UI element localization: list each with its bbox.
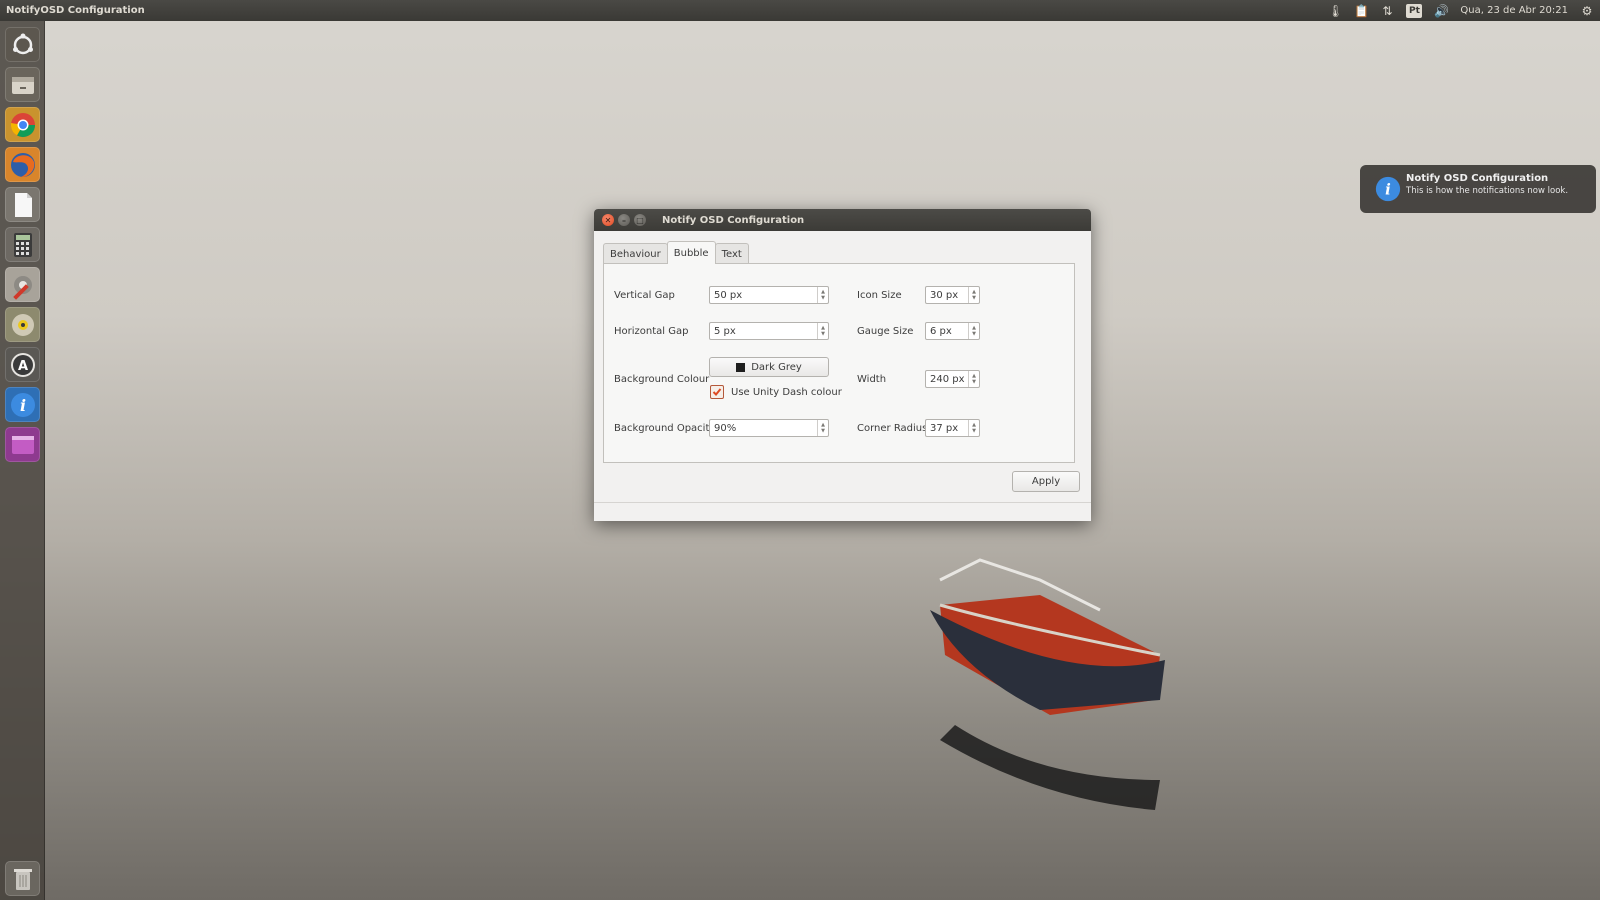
tab-behaviour[interactable]: Behaviour xyxy=(603,243,668,264)
spinner-arrows-icon[interactable]: ▲ ▼ xyxy=(817,323,828,339)
chrome-icon[interactable] xyxy=(5,107,40,142)
vertical-gap-spinner[interactable]: 50 px ▲ ▼ xyxy=(709,286,829,304)
active-app-title: NotifyOSD Configuration xyxy=(6,5,145,16)
thermometer-icon[interactable]: 🌡 xyxy=(1328,4,1343,18)
use-unity-dash-label: Use Unity Dash colour xyxy=(731,386,842,398)
config-dialog: ✕ – □ Notify OSD Configuration Behaviour… xyxy=(594,209,1091,521)
gauge-size-value[interactable]: 6 px xyxy=(926,326,968,337)
calculator-icon[interactable] xyxy=(5,227,40,262)
indicator-area: 🌡 📋 ⇅ Pt 🔊 Qua, 23 de Abr 20:21 ⚙ xyxy=(1328,3,1594,18)
keyboard-layout-indicator[interactable]: Pt xyxy=(1406,3,1423,18)
svg-text:i: i xyxy=(1385,181,1391,199)
corner-radius-label: Corner Radius xyxy=(857,423,928,434)
maximize-icon[interactable]: □ xyxy=(634,214,646,226)
spinner-arrows-icon[interactable]: ▲ ▼ xyxy=(968,287,979,303)
dialog-title: Notify OSD Configuration xyxy=(662,214,805,226)
updater-icon[interactable]: A xyxy=(5,347,40,382)
gauge-size-label: Gauge Size xyxy=(857,326,914,337)
trash-icon[interactable] xyxy=(5,861,40,896)
launcher: A i xyxy=(0,21,45,900)
background-opacity-spinner[interactable]: 90% ▲ ▼ xyxy=(709,419,829,437)
spinner-arrows-icon[interactable]: ▲ ▼ xyxy=(817,287,828,303)
corner-radius-spinner[interactable]: 37 px ▲ ▼ xyxy=(925,419,980,437)
tab-bar: Behaviour Bubble Text xyxy=(603,241,749,264)
spinner-arrows-icon[interactable]: ▲ ▼ xyxy=(968,371,979,387)
spinner-arrows-icon[interactable]: ▲ ▼ xyxy=(968,420,979,436)
network-icon[interactable]: ⇅ xyxy=(1380,4,1394,18)
firefox-icon[interactable] xyxy=(5,147,40,182)
background-opacity-label: Background Opacity xyxy=(614,423,716,434)
info-icon[interactable]: i xyxy=(5,387,40,422)
gear-icon[interactable]: ⚙ xyxy=(1580,4,1594,18)
use-unity-dash-checkbox[interactable]: Use Unity Dash colour xyxy=(710,385,842,399)
icon-size-value[interactable]: 30 px xyxy=(926,290,968,301)
width-value[interactable]: 240 px xyxy=(926,374,968,385)
vertical-gap-label: Vertical Gap xyxy=(614,290,675,301)
notification-body: This is how the notifications now look. xyxy=(1406,186,1569,196)
info-icon: i xyxy=(1375,176,1401,202)
icon-size-label: Icon Size xyxy=(857,290,902,301)
dialog-titlebar[interactable]: ✕ – □ Notify OSD Configuration xyxy=(594,209,1091,231)
background-colour-label: Background Colour xyxy=(614,374,710,385)
tools-icon[interactable] xyxy=(5,267,40,302)
document-icon[interactable] xyxy=(5,187,40,222)
apply-button[interactable]: Apply xyxy=(1012,471,1080,492)
svg-text:A: A xyxy=(17,359,27,374)
notification-title: Notify OSD Configuration xyxy=(1406,173,1549,184)
corner-radius-value[interactable]: 37 px xyxy=(926,423,968,434)
horizontal-gap-label: Horizontal Gap xyxy=(614,326,689,337)
vertical-gap-value[interactable]: 50 px xyxy=(710,290,817,301)
clipboard-icon[interactable]: 📋 xyxy=(1354,4,1369,18)
background-opacity-value[interactable]: 90% xyxy=(710,423,817,434)
width-label: Width xyxy=(857,374,887,385)
volume-icon[interactable]: 🔊 xyxy=(1434,4,1449,18)
icon-size-spinner[interactable]: 30 px ▲ ▼ xyxy=(925,286,980,304)
file-manager-icon[interactable] xyxy=(5,67,40,102)
checkmark-icon[interactable] xyxy=(710,385,724,399)
tab-text[interactable]: Text xyxy=(714,243,749,264)
width-spinner[interactable]: 240 px ▲ ▼ xyxy=(925,370,980,388)
horizontal-gap-value[interactable]: 5 px xyxy=(710,326,817,337)
spinner-arrows-icon[interactable]: ▲ ▼ xyxy=(817,420,828,436)
bubble-settings-panel: Vertical Gap 50 px ▲ ▼ Horizontal Gap 5 p… xyxy=(603,263,1075,463)
spinner-arrows-icon[interactable]: ▲ ▼ xyxy=(968,323,979,339)
tab-bubble[interactable]: Bubble xyxy=(666,241,716,264)
background-colour-value: Dark Grey xyxy=(751,361,802,373)
minimize-icon[interactable]: – xyxy=(618,214,630,226)
workspace-icon[interactable] xyxy=(5,427,40,462)
wallpaper-boat-image xyxy=(930,558,1165,810)
close-icon[interactable]: ✕ xyxy=(602,214,614,226)
top-panel: NotifyOSD Configuration 🌡 📋 ⇅ Pt 🔊 Qua, … xyxy=(0,0,1600,21)
gauge-size-spinner[interactable]: 6 px ▲ ▼ xyxy=(925,322,980,340)
disc-icon[interactable] xyxy=(5,307,40,342)
svg-text:i: i xyxy=(19,396,25,415)
notification-bubble: i Notify OSD Configuration This is how t… xyxy=(1360,165,1596,213)
clock[interactable]: Qua, 23 de Abr 20:21 xyxy=(1460,5,1568,16)
background-colour-button[interactable]: Dark Grey xyxy=(709,357,829,377)
ubuntu-logo-icon[interactable] xyxy=(5,27,40,62)
divider xyxy=(594,502,1091,503)
colour-swatch-icon xyxy=(736,362,746,372)
horizontal-gap-spinner[interactable]: 5 px ▲ ▼ xyxy=(709,322,829,340)
